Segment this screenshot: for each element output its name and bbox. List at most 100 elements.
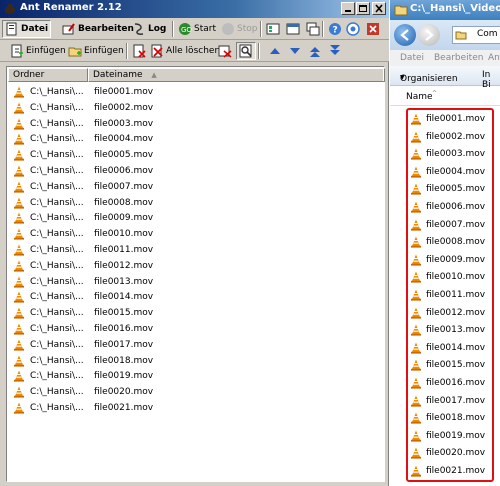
move-down-button[interactable] <box>286 42 304 60</box>
add-folders-button[interactable]: Einfügen <box>66 42 126 60</box>
table-row[interactable]: C:\_Hansi\... file0009.mov <box>8 211 383 226</box>
vlc-cone-icon <box>411 430 421 442</box>
column-filename-label: Dateiname <box>93 70 143 80</box>
minimize-button[interactable] <box>341 2 355 15</box>
folder-cell: C:\_Hansi\... <box>30 371 84 382</box>
vlc-cone-icon <box>411 254 421 266</box>
exit-button[interactable] <box>364 20 382 38</box>
vlc-cone-icon <box>411 148 421 160</box>
menu-bearbeiten[interactable]: Bearbeiten <box>434 53 483 63</box>
menu-ansicht[interactable]: An <box>488 53 500 63</box>
table-row[interactable]: C:\_Hansi\... file0020.mov <box>8 385 383 400</box>
minimize-icon <box>345 10 351 12</box>
filename-cell: file0012.mov <box>94 260 154 271</box>
file-name: file0004.mov <box>426 166 486 177</box>
table-row[interactable]: C:\_Hansi\... file0007.mov <box>8 180 383 195</box>
vlc-cone-icon <box>411 236 421 248</box>
double-arrow-up-icon <box>310 47 320 57</box>
help-button[interactable]: ? <box>326 20 344 38</box>
back-arrow-icon <box>400 29 409 41</box>
about-button[interactable] <box>344 20 362 38</box>
vlc-cone-icon <box>14 86 24 98</box>
chevron-down-icon: ▼ <box>400 74 405 81</box>
explorer-title: C:\_Hansi\_Videos <box>410 3 500 14</box>
bearbeiten-tab[interactable]: Bearbeiten <box>60 20 136 38</box>
column-header-folder[interactable]: Ordner <box>8 68 88 82</box>
address-input[interactable]: Com <box>452 26 500 44</box>
close-button[interactable] <box>372 2 386 15</box>
table-row[interactable]: C:\_Hansi\... file0017.mov <box>8 338 383 353</box>
clear-all-button[interactable]: Alle löschen <box>148 42 222 60</box>
move-top-button[interactable] <box>306 42 324 60</box>
log-icon <box>134 23 144 35</box>
table-row[interactable]: C:\_Hansi\... file0010.mov <box>8 227 383 242</box>
folder-cell: C:\_Hansi\... <box>30 245 84 255</box>
preview-button[interactable] <box>236 42 256 60</box>
table-row[interactable]: C:\_Hansi\... file0012.mov <box>8 259 383 274</box>
vlc-cone-icon <box>14 165 24 177</box>
explorer-titlebar[interactable]: C:\_Hansi\_Videos <box>390 0 500 20</box>
vlc-cone-icon <box>14 260 24 272</box>
table-row[interactable]: C:\_Hansi\... file0006.mov <box>8 164 383 179</box>
move-bottom-button[interactable] <box>326 42 344 60</box>
file-name: file0006.mov <box>426 202 486 212</box>
table-row[interactable]: C:\_Hansi\... file0016.mov <box>8 322 383 337</box>
stay-on-top-icon <box>306 22 320 36</box>
explorer-window: C:\_Hansi\_Videos Com Datei Bearbeiten A… <box>390 0 500 486</box>
ant-window-title: Ant Renamer 2.12 <box>20 2 122 13</box>
table-row[interactable]: C:\_Hansi\... file0005.mov <box>8 148 383 163</box>
forward-button[interactable] <box>418 24 440 46</box>
column-header-filename[interactable]: Dateiname ▲ <box>88 68 385 82</box>
table-row[interactable]: C:\_Hansi\... file0002.mov <box>8 101 383 116</box>
remove-missing-button[interactable] <box>216 42 234 60</box>
arrow-up-icon <box>270 48 280 54</box>
log-tab[interactable]: Log <box>130 20 168 38</box>
table-row[interactable]: C:\_Hansi\... file0018.mov <box>8 354 383 369</box>
back-button[interactable] <box>394 24 416 46</box>
folder-cell: C:\_Hansi\... <box>30 87 84 97</box>
table-row[interactable]: C:\_Hansi\... file0014.mov <box>8 290 383 305</box>
maximize-button[interactable] <box>356 2 370 15</box>
folder-cell: C:\_Hansi\... <box>30 229 84 240</box>
datei-tab[interactable]: Datei <box>2 20 52 38</box>
explorer-column-header[interactable]: Name ^ <box>390 88 500 106</box>
table-row[interactable]: C:\_Hansi\... file0015.mov <box>8 306 383 321</box>
table-row[interactable]: C:\_Hansi\... file0019.mov <box>8 369 383 384</box>
filename-cell: file0008.mov <box>94 197 154 208</box>
vlc-cone-icon <box>14 118 24 130</box>
move-up-button[interactable] <box>266 42 284 60</box>
vlc-cone-icon <box>411 324 421 336</box>
remove-selected-button[interactable] <box>130 42 148 60</box>
table-row[interactable]: C:\_Hansi\... file0008.mov <box>8 196 383 211</box>
file-list[interactable]: Ordner Dateiname ▲ C:\_Hansi\... file0001… <box>6 66 385 482</box>
table-row[interactable]: C:\_Hansi\... file0021.mov <box>8 401 383 416</box>
table-row[interactable]: C:\_Hansi\... file0003.mov <box>8 117 383 132</box>
window-button[interactable] <box>284 20 302 38</box>
table-row[interactable]: C:\_Hansi\... file0004.mov <box>8 132 383 147</box>
include-in-library-button[interactable]: In Bi <box>482 70 500 90</box>
options-button[interactable] <box>264 20 282 38</box>
file-name: file0019.mov <box>426 430 486 441</box>
vlc-cone-icon <box>14 276 24 288</box>
filename-cell: file0004.mov <box>94 134 154 145</box>
add-folders-label: Einfügen <box>84 46 124 56</box>
vlc-cone-icon <box>14 244 24 256</box>
table-row[interactable]: C:\_Hansi\... file0001.mov <box>8 85 383 100</box>
window-icon <box>286 23 300 35</box>
stay-on-top-button[interactable] <box>304 20 322 38</box>
stop-button[interactable]: Stop <box>219 20 259 38</box>
vlc-cone-icon <box>411 395 421 407</box>
table-row[interactable]: C:\_Hansi\... file0013.mov <box>8 275 383 290</box>
menu-datei[interactable]: Datei <box>400 53 424 63</box>
table-row[interactable]: C:\_Hansi\... file0011.mov <box>8 243 383 258</box>
add-files-button[interactable]: Einfügen <box>8 42 68 60</box>
ant-titlebar[interactable]: Ant Renamer 2.12 <box>0 0 389 18</box>
vlc-cone-icon <box>14 133 24 145</box>
file-name: file0007.mov <box>426 219 486 230</box>
filename-cell: file0017.mov <box>94 339 154 350</box>
vlc-cone-icon <box>411 166 421 178</box>
remove-selected-icon <box>133 44 146 58</box>
start-button[interactable]: GO Start <box>176 20 218 38</box>
file-name: file0003.mov <box>426 149 486 160</box>
filename-cell: file0006.mov <box>94 166 154 176</box>
